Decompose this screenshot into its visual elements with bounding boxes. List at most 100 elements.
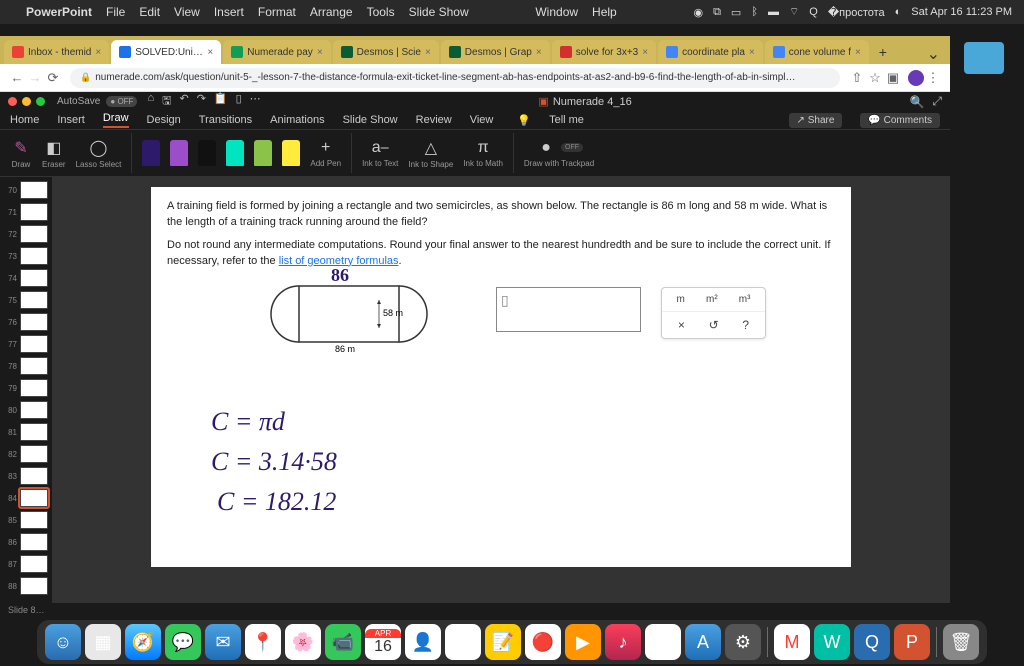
ink-to-shape[interactable]: △Ink to Shape (408, 138, 453, 169)
slide-thumb[interactable]: 87 (4, 555, 48, 573)
contacts-icon[interactable]: 👤 (405, 624, 441, 660)
browser-tab[interactable]: Desmos | Grap× (441, 40, 550, 64)
slide-thumb[interactable]: 88 (4, 577, 48, 595)
close-icon[interactable]: × (536, 47, 542, 58)
unit-m2[interactable]: m² (706, 294, 718, 305)
browser-tab[interactable]: coordinate pla× (658, 40, 763, 64)
menu-window[interactable]: Window (535, 5, 578, 19)
close-icon[interactable]: × (855, 47, 861, 58)
menu-arrange[interactable]: Arrange (310, 5, 353, 19)
back-button[interactable]: ← (8, 70, 26, 85)
slide-panel[interactable]: 70 71 72 73 74 75 76 77 78 79 80 81 82 8… (0, 177, 52, 603)
more-qat-icon[interactable]: ⋯ (250, 92, 261, 111)
search-icon[interactable]: 🔍 (909, 95, 924, 109)
menu-view[interactable]: View (174, 5, 200, 19)
tab-draw[interactable]: Draw (103, 112, 129, 128)
window-controls[interactable] (8, 97, 45, 106)
slide-thumb[interactable]: 74 (4, 269, 48, 287)
wordtune-icon[interactable]: W (814, 624, 850, 660)
reader-icon[interactable]: ▣ (884, 70, 902, 86)
menu-insert[interactable]: Insert (214, 5, 244, 19)
close-icon[interactable]: × (207, 47, 213, 58)
close-icon[interactable]: × (749, 47, 755, 58)
finder-icon[interactable]: ☺ (45, 624, 81, 660)
unit-m3[interactable]: m³ (739, 294, 751, 305)
pen-black[interactable] (198, 140, 216, 166)
pen-purple[interactable] (142, 140, 160, 166)
photos-icon[interactable]: 🌸 (285, 624, 321, 660)
news-icon[interactable]: N (645, 624, 681, 660)
browser-tab[interactable]: Desmos | Scie× (333, 40, 439, 64)
slide-thumb[interactable]: 82 (4, 445, 48, 463)
display-icon[interactable]: ▭ (731, 6, 741, 19)
tab-view[interactable]: View (470, 114, 494, 126)
tab-overflow-icon[interactable]: ⌄ (921, 44, 946, 64)
home-qat-icon[interactable]: ⌂ (147, 92, 154, 111)
menu-format[interactable]: Format (258, 5, 296, 19)
slide-thumb[interactable]: 86 (4, 533, 48, 551)
clear-button[interactable]: × (678, 318, 685, 332)
desktop-folder-icon[interactable] (964, 42, 1004, 74)
slide-thumb[interactable]: 84 (4, 489, 48, 507)
launchpad-icon[interactable]: ▦ (85, 624, 121, 660)
draw-tool[interactable]: ✎Draw (10, 138, 32, 169)
draw-trackpad[interactable]: ●OFF Draw with Trackpad (524, 139, 594, 168)
share-button[interactable]: ↗ Share (789, 113, 843, 128)
slide-thumb[interactable]: 79 (4, 379, 48, 397)
slide-thumb[interactable]: 70 (4, 181, 48, 199)
slide-thumb[interactable]: 73 (4, 247, 48, 265)
slide-thumb[interactable]: 80 (4, 401, 48, 419)
address-bar[interactable]: 🔒 numerade.com/ask/question/unit-5-_-les… (70, 68, 840, 88)
tab-insert[interactable]: Insert (57, 114, 85, 126)
help-button[interactable]: ? (742, 318, 749, 332)
unit-m[interactable]: m (677, 294, 685, 305)
slide-thumb[interactable]: 81 (4, 423, 48, 441)
menu-tools[interactable]: Tools (367, 5, 395, 19)
expand-icon[interactable]: ⤢ (932, 94, 942, 109)
reminders-icon[interactable]: ☰ (445, 624, 481, 660)
undo-button[interactable]: ↺ (709, 318, 719, 332)
quicktime-icon[interactable]: Q (854, 624, 890, 660)
mail-icon[interactable]: ✉ (205, 624, 241, 660)
new-tab-button[interactable]: + (871, 40, 895, 64)
tab-home[interactable]: Home (10, 114, 39, 126)
browser-tab[interactable]: Inbox - themid× (4, 40, 109, 64)
dropbox-icon[interactable]: ⧉ (713, 6, 721, 19)
slide-thumb[interactable]: 75 (4, 291, 48, 309)
add-pen-button[interactable]: +Add Pen (310, 139, 341, 168)
slide-canvas[interactable]: A training field is formed by joining a … (52, 177, 950, 603)
share-icon[interactable]: ⇧ (848, 70, 866, 86)
app-name[interactable]: PowerPoint (26, 5, 92, 19)
slide-thumb[interactable]: 78 (4, 357, 48, 375)
facetime-icon[interactable]: 📹 (325, 624, 361, 660)
close-icon[interactable]: × (317, 47, 323, 58)
undo-qat-icon[interactable]: ↶ (179, 92, 188, 111)
bluetooth-icon[interactable]: ᛒ (751, 6, 758, 18)
slide-thumb[interactable]: 72 (4, 225, 48, 243)
battery-icon[interactable]: ▬ (768, 6, 779, 18)
answer-input[interactable]: ▯ (496, 287, 641, 332)
save-qat-icon[interactable]: 🖫 (162, 92, 171, 111)
trash-icon[interactable]: 🗑 (943, 624, 979, 660)
tab-slideshow[interactable]: Slide Show (343, 114, 398, 126)
close-icon[interactable]: × (425, 47, 431, 58)
pen-green[interactable] (254, 140, 272, 166)
siri-icon[interactable]: ◐ (895, 6, 902, 18)
eraser-tool[interactable]: ◧Eraser (42, 138, 66, 169)
tab-transitions[interactable]: Transitions (199, 114, 252, 126)
menu-slideshow[interactable]: Slide Show (409, 5, 469, 19)
tab-design[interactable]: Design (147, 114, 181, 126)
clipboard-qat-icon[interactable]: 📋 (214, 92, 228, 111)
safari-icon[interactable]: 🧭 (125, 624, 161, 660)
menu-file[interactable]: File (106, 5, 125, 19)
spotlight-icon[interactable]: Q (809, 6, 818, 18)
redo-qat-icon[interactable]: ↷ (197, 92, 206, 111)
tv-icon[interactable]: ▶ (565, 624, 601, 660)
close-icon[interactable]: × (642, 47, 648, 58)
record-icon[interactable]: ◉ (693, 6, 703, 19)
pen-teal[interactable] (226, 140, 244, 166)
chrome-menu-icon[interactable]: ⋮ (924, 70, 942, 86)
menu-edit[interactable]: Edit (139, 5, 160, 19)
close-icon[interactable]: × (95, 47, 101, 58)
messages-icon[interactable]: 💬 (165, 624, 201, 660)
